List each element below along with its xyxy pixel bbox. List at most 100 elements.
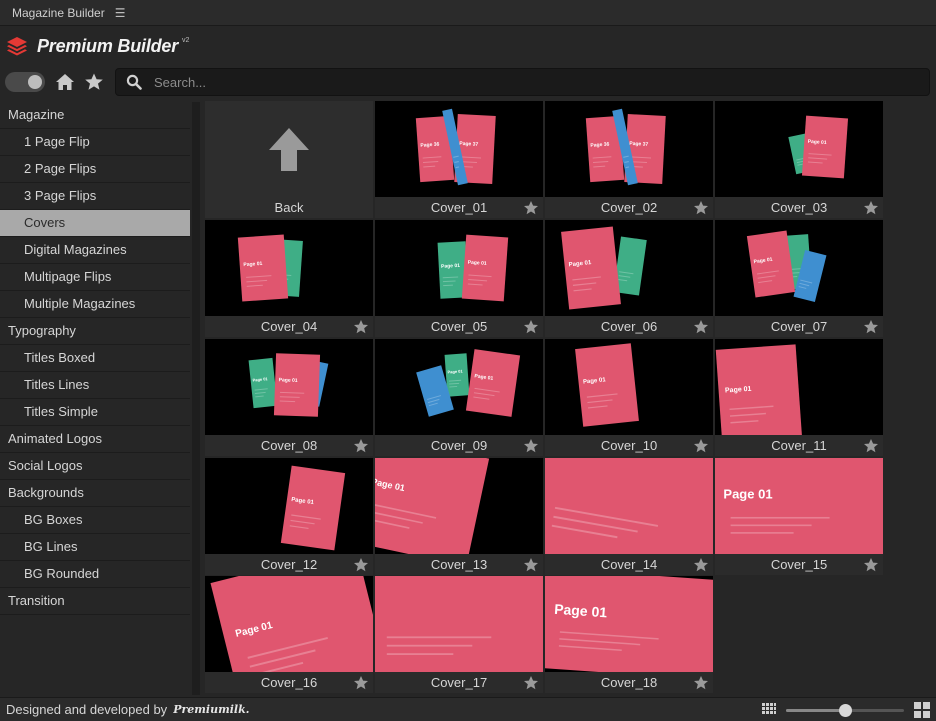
sidebar-item-bg-rounded[interactable]: BG Rounded <box>0 561 190 588</box>
template-tile[interactable]: Page 01 Cover_11 <box>715 339 883 456</box>
template-tile[interactable]: Page 01 Cover_16 <box>205 576 373 693</box>
template-tile[interactable]: Cover_17 <box>375 576 543 693</box>
template-thumbnail: Page 01 <box>715 339 883 435</box>
favorite-star-icon[interactable] <box>523 557 539 573</box>
page-label: Page 01 <box>723 487 772 502</box>
favorite-star-icon[interactable] <box>523 200 539 216</box>
template-tile[interactable]: Page 01 Cover_03 <box>715 101 883 218</box>
template-tile[interactable]: Page 01 Cover_07 <box>715 220 883 337</box>
template-thumbnail: Page 01 <box>205 220 373 316</box>
template-tile[interactable]: Page 01 Page 01 Cover_08 <box>205 339 373 456</box>
template-tile[interactable]: Page 01 Cover_15 <box>715 458 883 575</box>
template-label: Cover_04 <box>205 316 373 337</box>
favorite-star-icon[interactable] <box>863 557 879 573</box>
sidebar-item-animated-logos[interactable]: Animated Logos <box>0 426 190 453</box>
sidebar-item-2-page-flips[interactable]: 2 Page Flips <box>0 156 190 183</box>
template-tile[interactable]: Page 01 Cover_04 <box>205 220 373 337</box>
page-label: Page 01 <box>441 263 460 270</box>
sidebar-item-covers[interactable]: Covers <box>0 210 190 237</box>
template-thumbnail: Page 01Page 01 <box>205 339 373 435</box>
favorite-star-icon[interactable] <box>693 438 709 454</box>
search-icon <box>126 74 142 90</box>
magazine-page: Page 01 <box>545 576 713 672</box>
template-tile[interactable]: Page 01 Cover_13 <box>375 458 543 575</box>
sidebar-item-titles-boxed[interactable]: Titles Boxed <box>0 345 190 372</box>
sidebar-item-bg-boxes[interactable]: BG Boxes <box>0 507 190 534</box>
favorite-star-icon[interactable] <box>523 675 539 691</box>
favorite-star-icon[interactable] <box>353 438 369 454</box>
template-thumbnail: Page 01 <box>715 220 883 316</box>
magazine-page <box>375 576 543 672</box>
template-tile[interactable]: Page 01 Cover_12 <box>205 458 373 575</box>
template-thumbnail: Page 01 <box>545 220 713 316</box>
sidebar-item-multipage-flips[interactable]: Multipage Flips <box>0 264 190 291</box>
sidebar-item-digital-magazines[interactable]: Digital Magazines <box>0 237 190 264</box>
magazine-page <box>545 458 713 554</box>
magazine-page: Page 01 <box>461 234 509 302</box>
template-tile[interactable]: Page 36 Page 37 Cover_02 <box>545 101 713 218</box>
favorite-star-icon[interactable] <box>523 319 539 335</box>
search-box[interactable] <box>115 68 930 96</box>
template-tile[interactable]: Cover_14 <box>545 458 713 575</box>
sidebar-item-titles-lines[interactable]: Titles Lines <box>0 372 190 399</box>
magazine-page: Page 01 <box>715 344 803 435</box>
back-arrow-icon <box>205 101 373 197</box>
sidebar-item-social-logos[interactable]: Social Logos <box>0 453 190 480</box>
magazine-page: Page 01 <box>561 226 621 310</box>
template-thumbnail <box>375 576 543 672</box>
zoom-slider-handle[interactable] <box>839 704 852 717</box>
favorite-star-icon[interactable] <box>863 319 879 335</box>
home-icon[interactable] <box>55 72 75 92</box>
template-label: Cover_06 <box>545 316 713 337</box>
view-toggle[interactable] <box>5 72 45 92</box>
template-label: Cover_07 <box>715 316 883 337</box>
small-grid-icon[interactable] <box>762 703 776 717</box>
search-input[interactable] <box>154 74 914 90</box>
sidebar-item-1-page-flip[interactable]: 1 Page Flip <box>0 129 190 156</box>
favorite-star-icon[interactable] <box>693 675 709 691</box>
template-tile[interactable]: Page 01 Cover_10 <box>545 339 713 456</box>
favorite-star-icon[interactable] <box>693 557 709 573</box>
template-tile[interactable]: Page 36 Page 37 Cover_01 <box>375 101 543 218</box>
footer: Designed and developed by Premiumilk. <box>0 697 936 721</box>
page-label: Page 37 <box>629 141 648 148</box>
back-tile[interactable]: Back <box>205 101 373 218</box>
favorite-star-icon[interactable] <box>863 438 879 454</box>
developer-brandmark: Premiumilk. <box>173 703 250 716</box>
sidebar-item-backgrounds[interactable]: Backgrounds <box>0 480 190 507</box>
sidebar-scrollbar[interactable] <box>192 102 200 695</box>
template-label: Cover_10 <box>545 435 713 456</box>
template-tile[interactable]: Page 01 Page 01 Cover_09 <box>375 339 543 456</box>
large-grid-icon[interactable] <box>914 702 930 718</box>
sidebar-item-bg-lines[interactable]: BG Lines <box>0 534 190 561</box>
template-tile[interactable]: Page 01 Page 01 Cover_05 <box>375 220 543 337</box>
window-title: Magazine Builder <box>12 5 105 20</box>
template-tile[interactable]: Page 01 Cover_06 <box>545 220 713 337</box>
favorite-star-icon[interactable] <box>693 200 709 216</box>
sidebar-item-titles-simple[interactable]: Titles Simple <box>0 399 190 426</box>
sidebar-item-multiple-magazines[interactable]: Multiple Magazines <box>0 291 190 318</box>
template-thumbnail: Page 01 <box>375 458 543 554</box>
sidebar-item-magazine[interactable]: Magazine <box>0 102 190 129</box>
magazine-page: Page 01 <box>273 353 321 417</box>
page-label: Page 01 <box>279 377 298 384</box>
template-label: Cover_14 <box>545 554 713 575</box>
favorite-star-icon[interactable] <box>353 319 369 335</box>
title-bar: Magazine Builder ☰ <box>0 0 936 26</box>
layers-logo-icon <box>7 37 27 56</box>
favorite-star-icon[interactable] <box>863 200 879 216</box>
sidebar-item-3-page-flips[interactable]: 3 Page Flips <box>0 183 190 210</box>
magazine-page: Page 01 <box>801 115 849 179</box>
template-tile[interactable]: Page 01 Cover_18 <box>545 576 713 693</box>
hamburger-menu-icon[interactable]: ☰ <box>115 6 126 20</box>
favorite-star-icon[interactable] <box>353 675 369 691</box>
sidebar-item-transition[interactable]: Transition <box>0 588 190 615</box>
favorite-star-icon[interactable] <box>523 438 539 454</box>
grid-scroll-area[interactable] <box>888 101 936 695</box>
sidebar-item-typography[interactable]: Typography <box>0 318 190 345</box>
zoom-slider[interactable] <box>786 704 904 717</box>
template-label: Cover_08 <box>205 435 373 456</box>
favorite-star-icon[interactable] <box>353 557 369 573</box>
favorite-star-icon[interactable] <box>693 319 709 335</box>
favorites-star-icon[interactable] <box>84 72 104 92</box>
